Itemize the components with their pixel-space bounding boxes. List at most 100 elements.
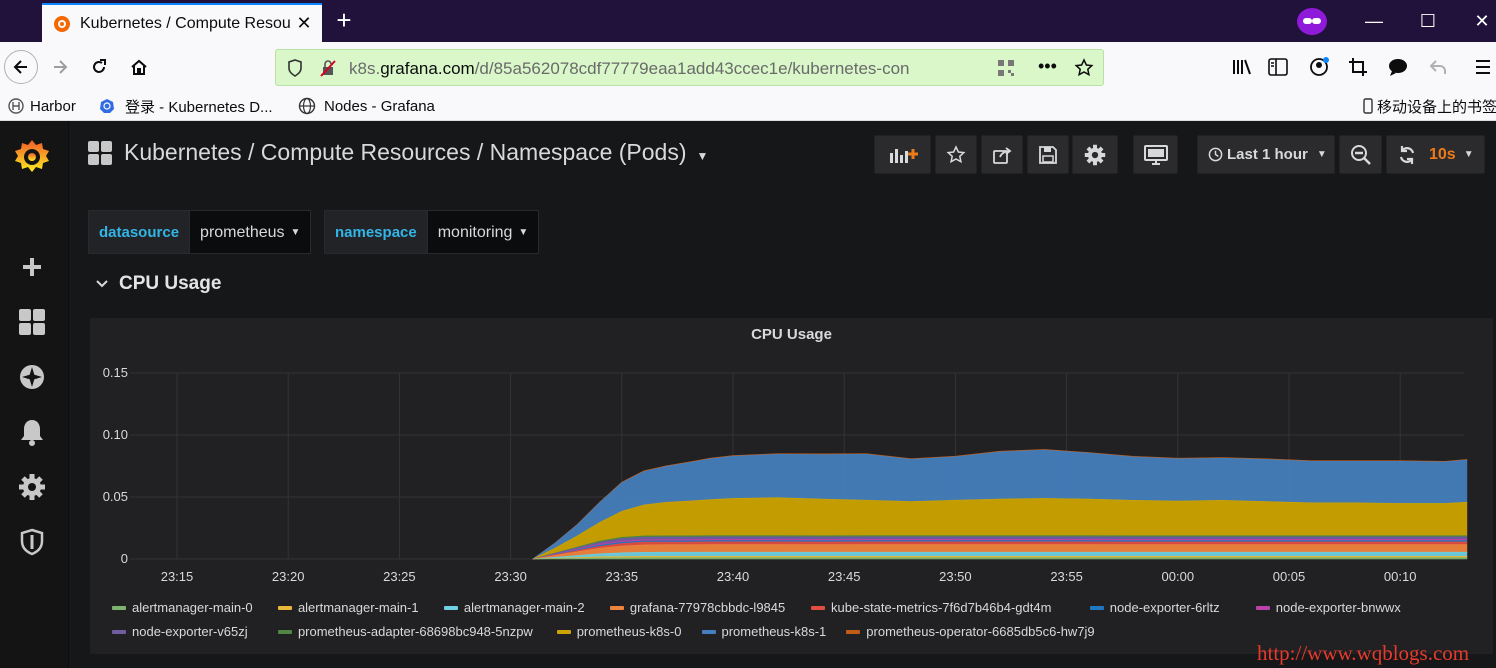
legend-item[interactable]: node-exporter-6rltz (1089, 600, 1220, 615)
minimize-icon[interactable]: — (1346, 0, 1402, 42)
save-dashboard-button[interactable] (1027, 135, 1069, 174)
grafana-favicon-icon (54, 15, 70, 32)
dashboard-grid-icon (88, 140, 112, 165)
refresh-picker[interactable]: 10s ▼ (1386, 135, 1485, 174)
watermark-text: http://www.wqblogs.com (1257, 641, 1470, 665)
alerting-bell-icon[interactable] (17, 417, 47, 447)
legend-label: kube-state-metrics-7f6d7b46b4-gdt4m (831, 600, 1052, 615)
bookmark-harbor[interactable]: Harbor (8, 96, 76, 116)
bookmark-mobile[interactable]: 移动设备上的书签 (1363, 96, 1496, 116)
legend-item[interactable]: node-exporter-bnwwx (1255, 600, 1401, 615)
legend-swatch (112, 605, 126, 610)
legend-label: prometheus-k8s-1 (721, 624, 827, 639)
x-tick-label: 23:30 (494, 569, 527, 584)
refresh-interval-label: 10s (1429, 145, 1456, 163)
explore-compass-icon[interactable] (17, 362, 47, 392)
qr-code-icon[interactable] (996, 58, 1016, 78)
row-header[interactable]: CPU Usage (95, 273, 221, 295)
close-window-icon[interactable]: ✕ (1454, 0, 1496, 42)
home-icon[interactable] (122, 50, 156, 84)
legend-swatch (443, 605, 458, 610)
tab-close-icon[interactable]: ✕ (294, 13, 314, 34)
url-text[interactable]: k8s.grafana.com/d/85a562078cdf77779eaa1a… (349, 59, 959, 79)
cycle-view-mode-button[interactable] (1133, 135, 1178, 174)
save-icon (1039, 145, 1057, 164)
server-admin-shield-icon[interactable] (17, 527, 47, 557)
y-tick-label: 0.05 (102, 489, 128, 504)
address-bar[interactable]: k8s.grafana.com/d/85a562078cdf77779eaa1a… (275, 49, 1104, 86)
share-dashboard-button[interactable] (981, 135, 1023, 174)
legend-swatch (846, 629, 861, 634)
menu-icon[interactable] (1470, 50, 1496, 84)
gear-icon (1084, 144, 1106, 165)
undo-icon[interactable] (1421, 50, 1455, 84)
time-range-picker[interactable]: Last 1 hour ▼ (1197, 135, 1335, 174)
y-tick-label: 0.15 (102, 365, 128, 380)
page-title: Kubernetes / Compute Resources / Namespa… (124, 139, 687, 165)
new-tab-icon[interactable]: + (330, 6, 358, 34)
chat-bubble-icon[interactable] (1381, 50, 1415, 84)
legend-item[interactable]: alertmanager-main-0 (112, 600, 253, 615)
monitor-icon (1143, 144, 1168, 165)
legend-item[interactable]: kube-state-metrics-7f6d7b46b4-gdt4m (811, 600, 1051, 615)
reload-icon[interactable] (82, 50, 116, 84)
bookmark-kubernetes-dashboard[interactable]: 登录 - Kubernetes D... (99, 96, 273, 116)
x-tick-label: 23:40 (716, 569, 750, 584)
forward-arrow-icon[interactable] (43, 50, 77, 84)
chevron-down-icon: ▼ (696, 148, 709, 163)
legend-label: prometheus-adapter-68698bc948-5nzpw (297, 624, 533, 639)
y-tick-label: 0 (120, 551, 128, 566)
cpu-usage-panel: CPU Usage 0.15 0.10 0.05 0 23:15 23:20 23:25 2… (90, 318, 1493, 654)
mobile-phone-icon (1363, 98, 1373, 114)
legend-label: node-exporter-6rltz (1109, 600, 1220, 615)
browser-tab[interactable]: Kubernetes / Compute Resou ✕ (42, 3, 322, 42)
bookmark-star-icon[interactable] (1074, 58, 1094, 78)
maximize-icon[interactable]: ☐ (1400, 0, 1456, 42)
kubernetes-icon (100, 99, 114, 113)
zoom-out-icon (1350, 144, 1371, 165)
legend-swatch (1089, 605, 1104, 610)
dashboard-title-link[interactable]: Kubernetes / Compute Resources / Namespa… (88, 139, 708, 166)
x-tick-label: 00:05 (1272, 569, 1306, 584)
insecure-lock-icon[interactable] (318, 58, 338, 78)
legend-swatch (701, 629, 716, 634)
grafana-logo-icon[interactable] (10, 135, 54, 179)
legend-item[interactable]: alertmanager-main-1 (277, 600, 419, 615)
legend-swatch (277, 605, 292, 610)
create-plus-icon[interactable] (17, 252, 47, 282)
dashboard-settings-button[interactable] (1072, 135, 1118, 174)
legend-item[interactable]: prometheus-k8s-1 (701, 624, 827, 639)
sidebar-icon[interactable] (1261, 50, 1295, 84)
legend-item[interactable]: prometheus-operator-6685db5c6-hw7j9 (846, 624, 1095, 639)
y-tick-label: 0.10 (102, 427, 128, 442)
library-icon[interactable] (1225, 50, 1259, 84)
bookmark-nodes-grafana[interactable]: Nodes - Grafana (298, 96, 435, 116)
back-button[interactable] (4, 50, 38, 84)
account-icon[interactable] (1302, 50, 1336, 84)
shield-icon[interactable] (285, 58, 305, 78)
add-panel-button[interactable] (874, 135, 931, 174)
legend-label: prometheus-k8s-0 (576, 624, 682, 639)
legend-swatch (556, 629, 571, 634)
variable-datasource-select[interactable]: prometheus ▼ (190, 210, 312, 254)
zoom-out-button[interactable] (1339, 135, 1382, 174)
add-panel-icon (889, 148, 918, 163)
globe-icon (298, 97, 316, 115)
dashboards-grid-icon[interactable] (17, 307, 47, 337)
variable-namespace-select[interactable]: monitoring ▼ (427, 210, 540, 254)
series-area-alertmanager-main-0 (532, 557, 1468, 560)
configuration-gear-icon[interactable] (17, 472, 47, 502)
bookmarks-toolbar: Harbor 登录 - Kubernetes D... Nodes - Graf… (0, 92, 1496, 121)
legend-item[interactable]: prometheus-adapter-68698bc948-5nzpw (277, 624, 533, 639)
star-dashboard-button[interactable] (935, 135, 977, 174)
legend-item[interactable]: node-exporter-v65zj (112, 624, 248, 639)
legend-item[interactable]: prometheus-k8s-0 (556, 624, 682, 639)
star-icon (946, 144, 966, 163)
browser-tab-bar: Kubernetes / Compute Resou ✕ + — ☐ ✕ (0, 0, 1496, 42)
legend-label: alertmanager-main-1 (297, 600, 419, 615)
page-actions-icon[interactable]: ••• (1038, 57, 1062, 78)
legend-item[interactable]: grafana-77978cbbdc-l9845 (609, 600, 785, 615)
legend-item[interactable]: alertmanager-main-2 (443, 600, 585, 615)
x-tick-label: 23:20 (271, 569, 305, 584)
screenshot-crop-icon[interactable] (1341, 50, 1375, 84)
